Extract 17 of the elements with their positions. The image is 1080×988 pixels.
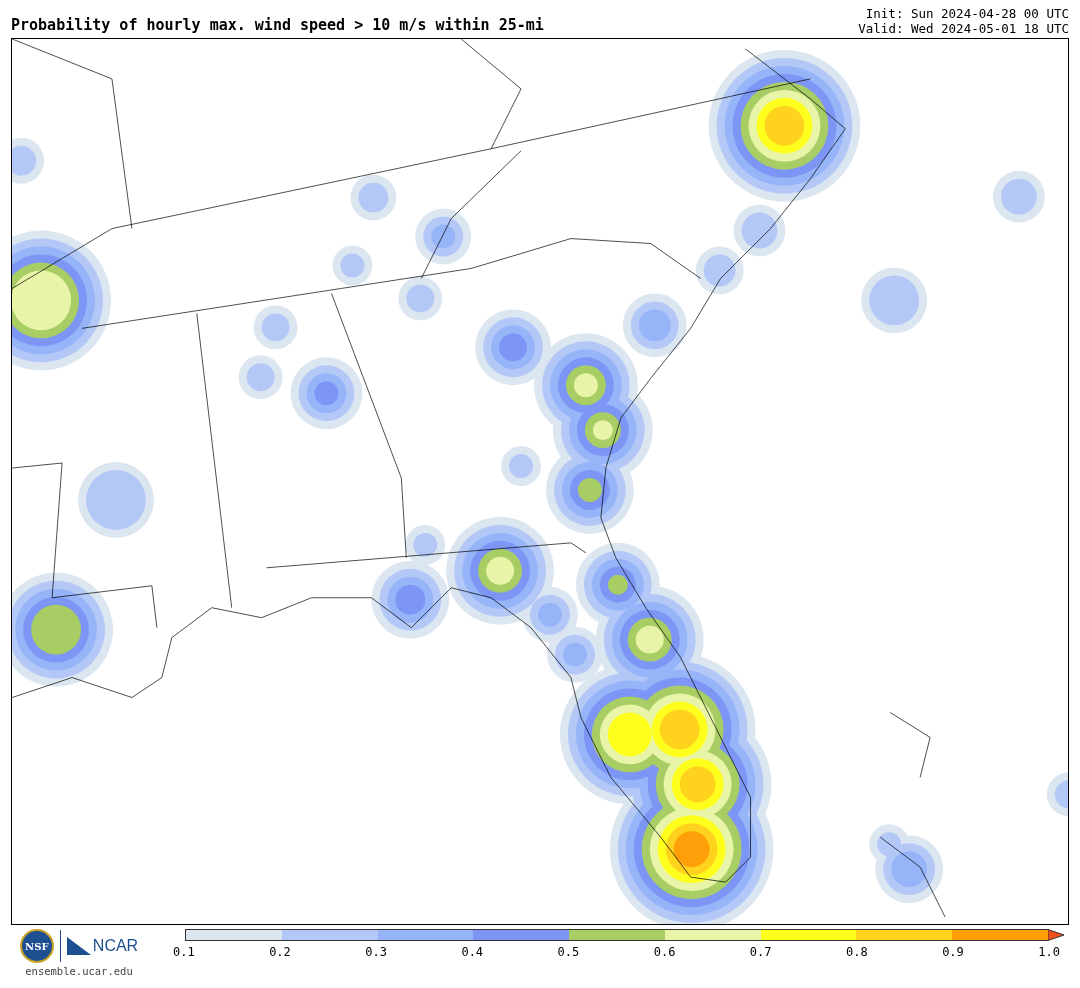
colorbar-tick-label: 0.8: [846, 945, 868, 959]
colorbar-tick-label: 0.2: [269, 945, 291, 959]
colorbar-tick-label: 0.9: [942, 945, 964, 959]
valid-time: Valid: Wed 2024-05-01 18 UTC: [858, 21, 1069, 36]
init-time: Init: Sun 2024-04-28 00 UTC: [865, 6, 1069, 21]
colorbar-tick-label: 0.4: [461, 945, 484, 959]
ncar-logo-text: NCAR: [92, 937, 139, 955]
chart-title: Probability of hourly max. wind speed > 10 m/s within 25-mi: [11, 16, 544, 36]
ncar-logo-icon: [66, 937, 91, 955]
colorbar-tick-label: 0.1: [173, 945, 195, 959]
colorbar-tick-label: 0.6: [653, 945, 676, 959]
colorbar-tick-label: 1.0: [1038, 945, 1060, 959]
colorbar-tick-label: 0.7: [749, 945, 772, 959]
site-url: ensemble.ucar.edu: [25, 965, 133, 977]
colorbar-tick-label: 0.3: [365, 945, 387, 959]
colorbar-tick-label: 0.5: [557, 945, 580, 959]
nsf-logo: NSF: [19, 929, 54, 963]
